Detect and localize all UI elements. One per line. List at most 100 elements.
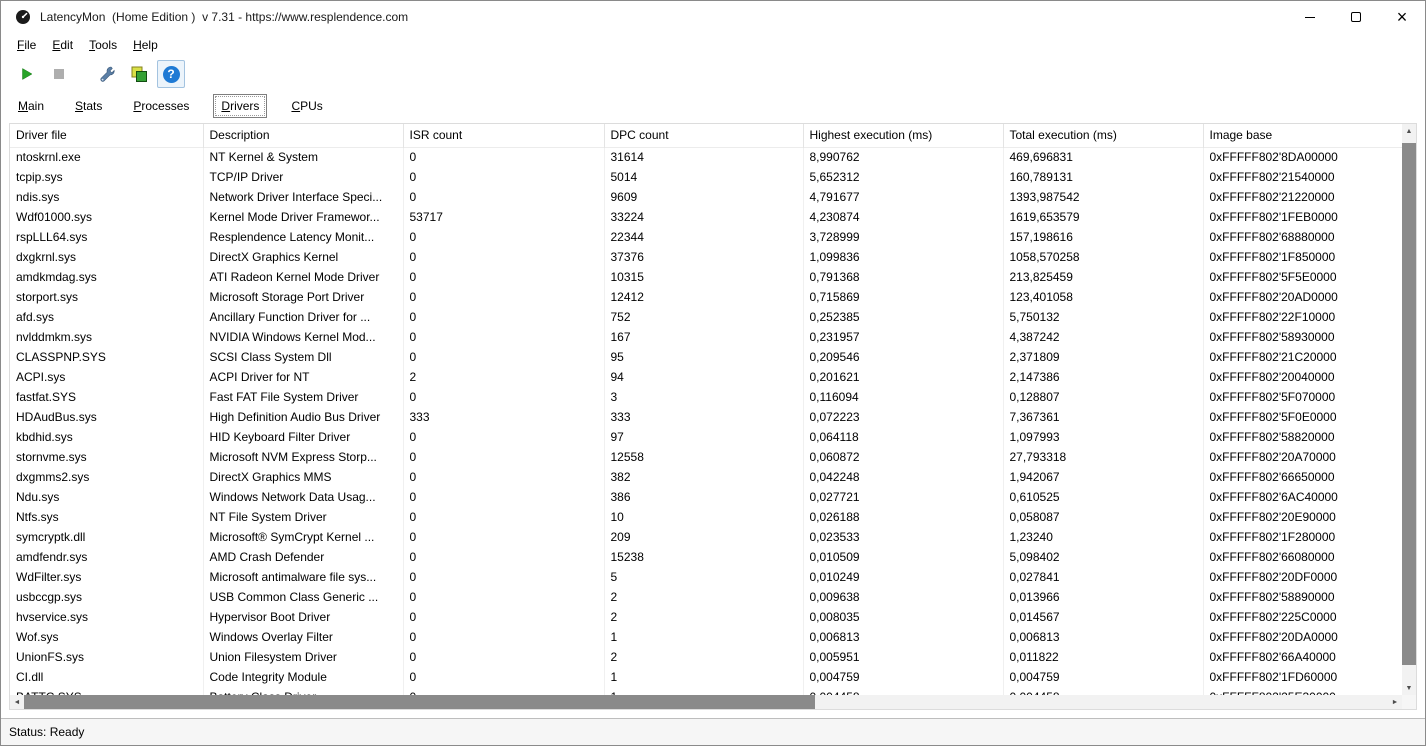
column-header-dpc-count[interactable]: DPC count	[604, 124, 803, 147]
wrench-icon	[98, 65, 116, 83]
driver-row[interactable]: storport.sysMicrosoft Storage Port Drive…	[10, 287, 1402, 307]
table-cell: symcryptk.dll	[10, 527, 203, 547]
table-cell: dxgkrnl.sys	[10, 247, 203, 267]
menu-item-help[interactable]: Help	[125, 35, 166, 55]
table-cell: rspLLL64.sys	[10, 227, 203, 247]
driver-row[interactable]: ntoskrnl.exeNT Kernel & System0316148,99…	[10, 147, 1402, 167]
scroll-left-icon[interactable]: ◄	[10, 695, 24, 709]
table-cell: High Definition Audio Bus Driver	[203, 407, 403, 427]
table-cell: 0	[403, 687, 604, 695]
tab-cpus[interactable]: CPUs	[284, 95, 329, 117]
table-cell: 0,201621	[803, 367, 1003, 387]
table-cell: 1,942067	[1003, 467, 1203, 487]
copy-report-button[interactable]	[125, 60, 153, 88]
table-cell: 333	[604, 407, 803, 427]
table-cell: Battery Class Driver	[203, 687, 403, 695]
driver-row[interactable]: fastfat.SYSFast FAT File System Driver03…	[10, 387, 1402, 407]
table-cell: 0,013966	[1003, 587, 1203, 607]
table-cell: 0xFFFFF802'5F070000	[1203, 387, 1402, 407]
column-header-driver-file[interactable]: Driver file	[10, 124, 203, 147]
table-cell: 0xFFFFF802'1F280000	[1203, 527, 1402, 547]
table-cell: SCSI Class System Dll	[203, 347, 403, 367]
table-cell: 0	[403, 647, 604, 667]
vertical-scrollbar[interactable]: ▲ ▼	[1402, 124, 1416, 695]
table-cell: AMD Crash Defender	[203, 547, 403, 567]
menu-item-edit[interactable]: Edit	[44, 35, 81, 55]
table-cell: hvservice.sys	[10, 607, 203, 627]
column-header-total-execution-ms-[interactable]: Total execution (ms)	[1003, 124, 1203, 147]
driver-row[interactable]: dxgkrnl.sysDirectX Graphics Kernel037376…	[10, 247, 1402, 267]
help-button[interactable]: ?	[157, 60, 185, 88]
driver-row[interactable]: ndis.sysNetwork Driver Interface Speci..…	[10, 187, 1402, 207]
minimize-button[interactable]	[1287, 1, 1333, 33]
column-header-image-base[interactable]: Image base	[1203, 124, 1402, 147]
driver-row[interactable]: Wdf01000.sysKernel Mode Driver Framewor.…	[10, 207, 1402, 227]
start-monitor-button[interactable]	[13, 60, 41, 88]
table-cell: 1	[604, 687, 803, 695]
table-cell: 0,006813	[803, 627, 1003, 647]
driver-row[interactable]: ACPI.sysACPI Driver for NT2940,2016212,1…	[10, 367, 1402, 387]
tab-main[interactable]: Main	[11, 95, 51, 117]
driver-row[interactable]: dxgmms2.sysDirectX Graphics MMS03820,042…	[10, 467, 1402, 487]
scroll-right-icon[interactable]: ►	[1388, 695, 1402, 709]
tab-stats[interactable]: Stats	[68, 95, 109, 117]
column-header-isr-count[interactable]: ISR count	[403, 124, 604, 147]
driver-row[interactable]: UnionFS.sysUnion Filesystem Driver020,00…	[10, 647, 1402, 667]
table-cell: 0,026188	[803, 507, 1003, 527]
menu-item-tools[interactable]: Tools	[81, 35, 125, 55]
driver-row[interactable]: amdkmdag.sysATI Radeon Kernel Mode Drive…	[10, 267, 1402, 287]
column-header-description[interactable]: Description	[203, 124, 403, 147]
driver-row[interactable]: CLASSPNP.SYSSCSI Class System Dll0950,20…	[10, 347, 1402, 367]
horizontal-scroll-track[interactable]	[24, 695, 1388, 709]
driver-row[interactable]: BATTC.SYSBattery Class Driver010,0044580…	[10, 687, 1402, 695]
scroll-up-icon[interactable]: ▲	[1402, 124, 1416, 138]
driver-row[interactable]: amdfendr.sysAMD Crash Defender0152380,01…	[10, 547, 1402, 567]
table-cell: 1	[604, 627, 803, 647]
driver-row[interactable]: Ntfs.sysNT File System Driver0100,026188…	[10, 507, 1402, 527]
horizontal-scrollbar[interactable]: ◄ ►	[10, 695, 1402, 709]
tab-processes[interactable]: Processes	[126, 95, 196, 117]
options-button[interactable]	[93, 60, 121, 88]
driver-row[interactable]: CI.dllCode Integrity Module010,0047590,0…	[10, 667, 1402, 687]
vertical-scroll-track[interactable]	[1402, 138, 1416, 681]
driver-row[interactable]: kbdhid.sysHID Keyboard Filter Driver0970…	[10, 427, 1402, 447]
table-cell: 0xFFFFF802'21C20000	[1203, 347, 1402, 367]
horizontal-scroll-thumb[interactable]	[24, 695, 815, 709]
table-cell: 213,825459	[1003, 267, 1203, 287]
driver-row[interactable]: HDAudBus.sysHigh Definition Audio Bus Dr…	[10, 407, 1402, 427]
tab-drivers[interactable]: Drivers	[213, 94, 267, 118]
driver-row[interactable]: afd.sysAncillary Function Driver for ...…	[10, 307, 1402, 327]
table-cell: Ndu.sys	[10, 487, 203, 507]
driver-row[interactable]: nvlddmkm.sysNVIDIA Windows Kernel Mod...…	[10, 327, 1402, 347]
table-cell: 0,005951	[803, 647, 1003, 667]
table-cell: Resplendence Latency Monit...	[203, 227, 403, 247]
driver-row[interactable]: usbccgp.sysUSB Common Class Generic ...0…	[10, 587, 1402, 607]
table-cell: 5,098402	[1003, 547, 1203, 567]
stop-monitor-button[interactable]	[45, 60, 73, 88]
table-cell: Microsoft Storage Port Driver	[203, 287, 403, 307]
table-cell: 0,791368	[803, 267, 1003, 287]
table-cell: 0	[403, 547, 604, 567]
driver-row[interactable]: Wof.sysWindows Overlay Filter010,0068130…	[10, 627, 1402, 647]
column-header-highest-execution-ms-[interactable]: Highest execution (ms)	[803, 124, 1003, 147]
menu-item-file[interactable]: File	[9, 35, 44, 55]
driver-row[interactable]: Ndu.sysWindows Network Data Usag...03860…	[10, 487, 1402, 507]
table-header-row: Driver fileDescriptionISR countDPC count…	[10, 124, 1402, 147]
driver-row[interactable]: rspLLL64.sysResplendence Latency Monit..…	[10, 227, 1402, 247]
table-cell: 12558	[604, 447, 803, 467]
driver-row[interactable]: hvservice.sysHypervisor Boot Driver020,0…	[10, 607, 1402, 627]
driver-row[interactable]: symcryptk.dllMicrosoft® SymCrypt Kernel …	[10, 527, 1402, 547]
table-cell: 2	[604, 647, 803, 667]
vertical-scroll-thumb[interactable]	[1402, 143, 1416, 664]
scroll-down-icon[interactable]: ▼	[1402, 681, 1416, 695]
close-button[interactable]: ×	[1379, 1, 1425, 33]
driver-row[interactable]: stornvme.sysMicrosoft NVM Express Storp.…	[10, 447, 1402, 467]
table-cell: 0	[403, 427, 604, 447]
driver-row[interactable]: tcpip.sysTCP/IP Driver050145,652312160,7…	[10, 167, 1402, 187]
table-cell: 0,252385	[803, 307, 1003, 327]
table-cell: ACPI Driver for NT	[203, 367, 403, 387]
driver-row[interactable]: WdFilter.sysMicrosoft antimalware file s…	[10, 567, 1402, 587]
table-cell: 1,23240	[1003, 527, 1203, 547]
table-cell: 0xFFFFF802'20DA0000	[1203, 627, 1402, 647]
maximize-button[interactable]	[1333, 1, 1379, 33]
